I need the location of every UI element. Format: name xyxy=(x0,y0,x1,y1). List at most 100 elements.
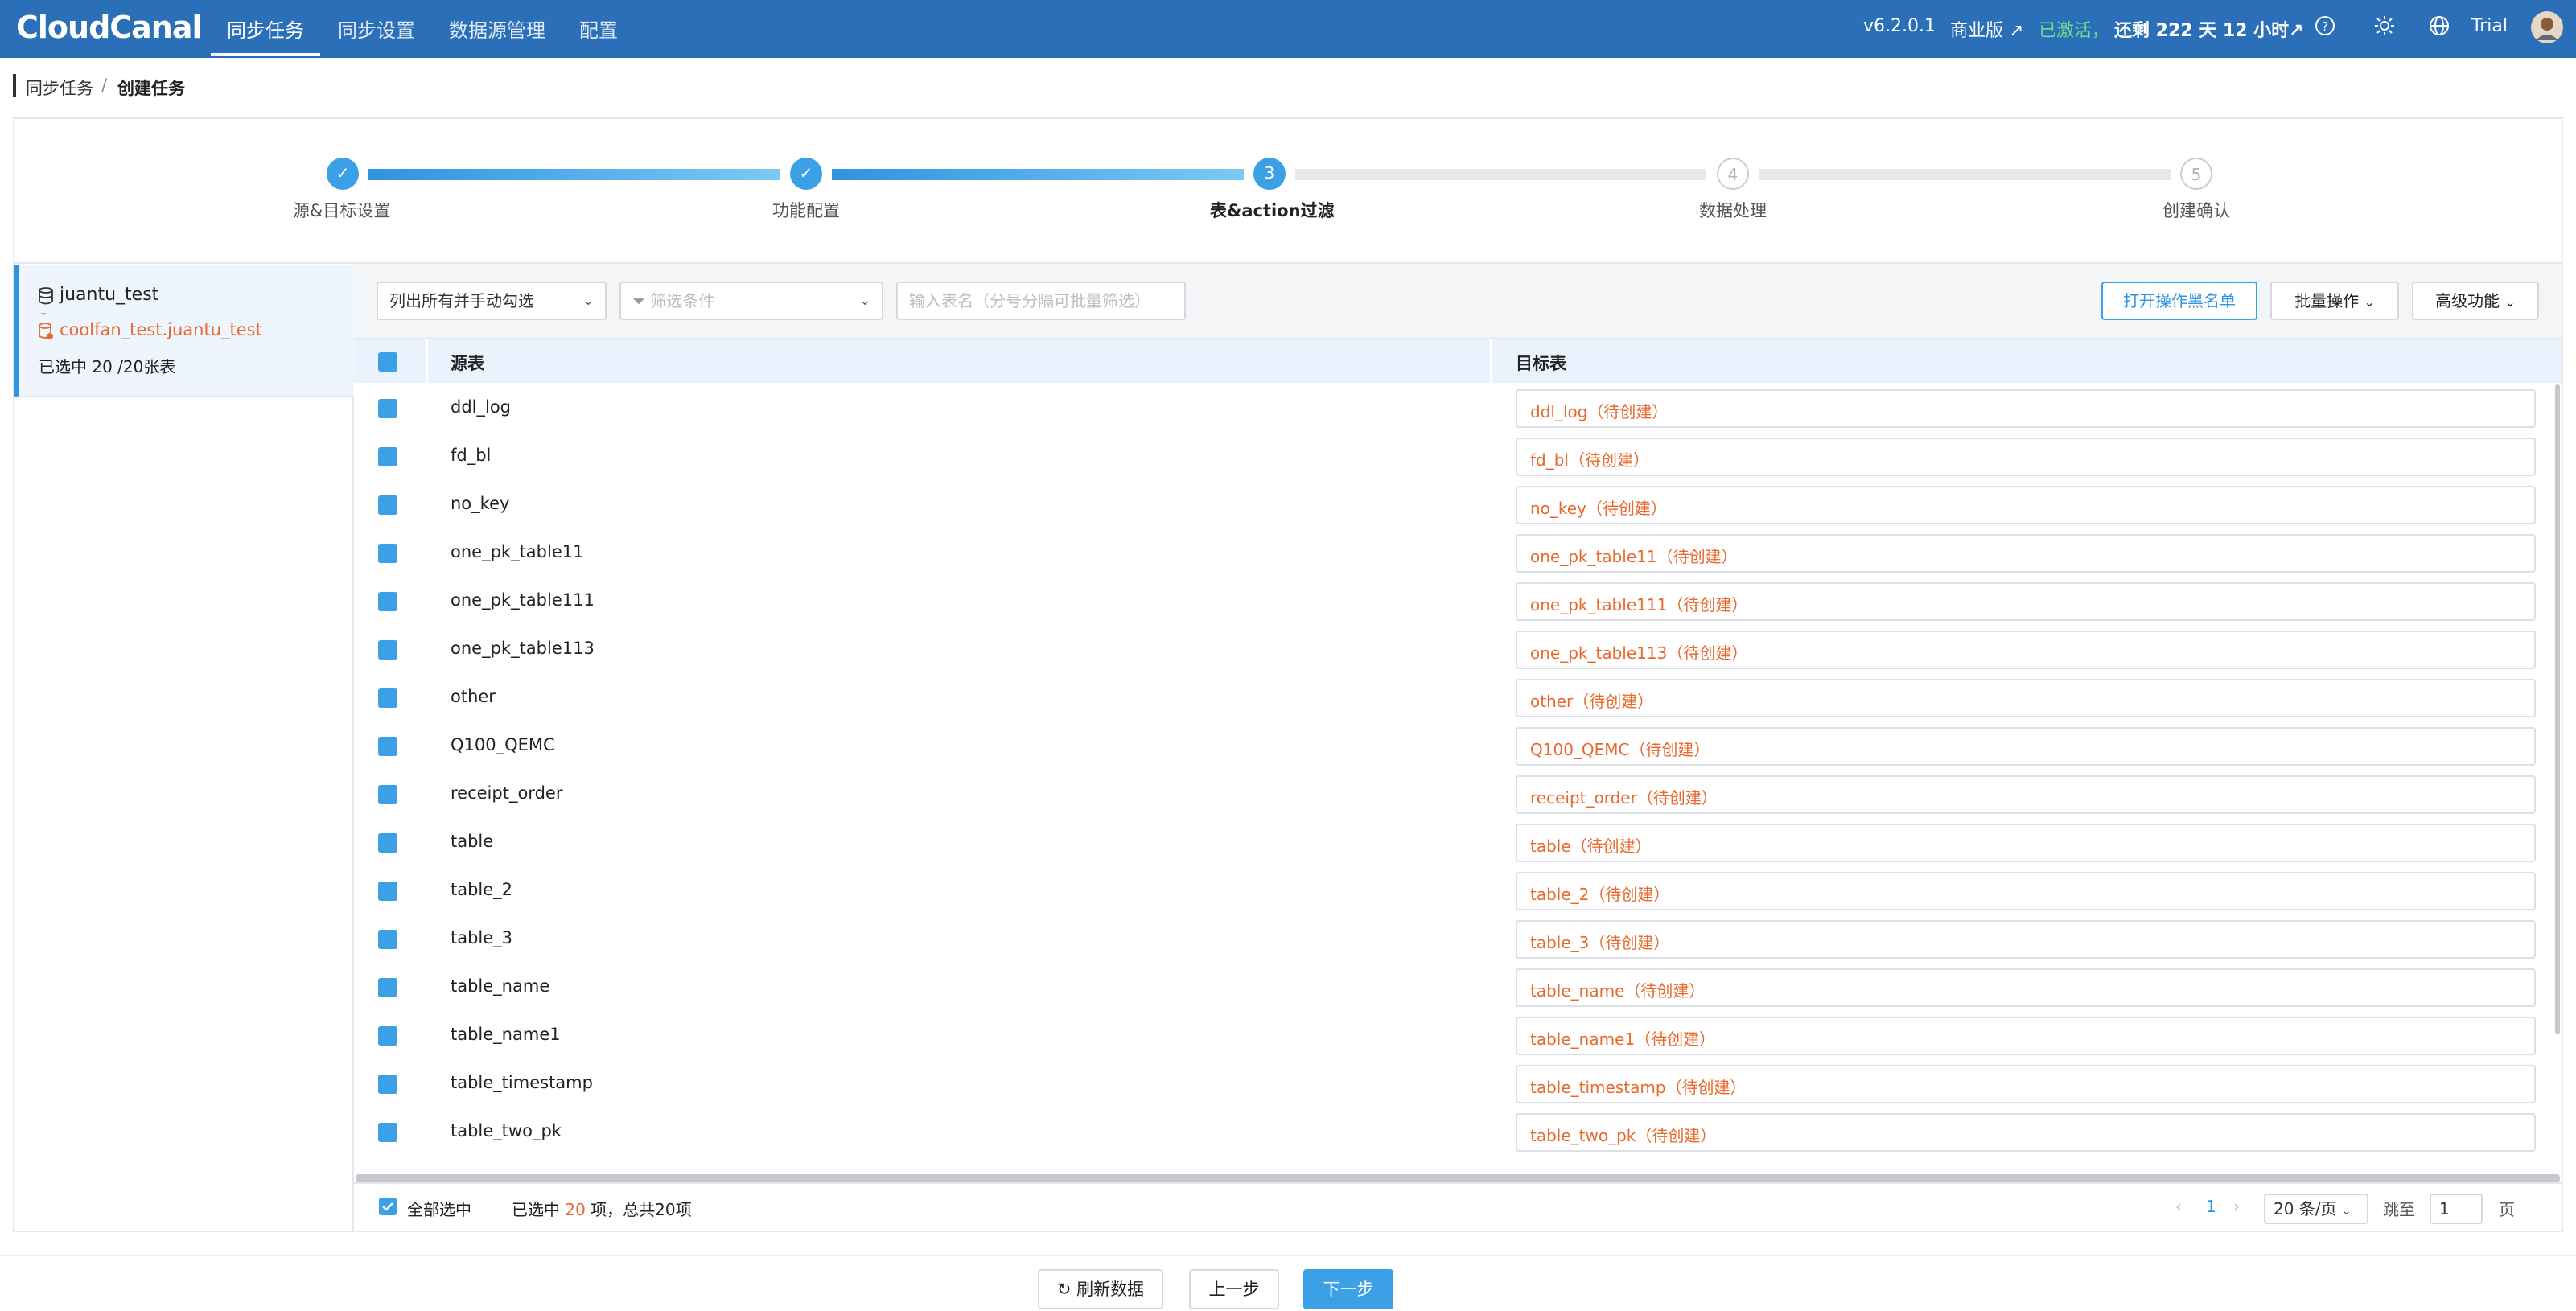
row-checkbox[interactable] xyxy=(378,833,397,853)
source-table-name: other xyxy=(451,687,496,706)
next-page-chevron-icon[interactable]: › xyxy=(2233,1197,2240,1216)
target-table-field[interactable] xyxy=(1516,486,2536,524)
page-unit-label: 页 xyxy=(2499,1200,2515,1219)
nav-active-indicator xyxy=(211,53,320,56)
next-step-button[interactable]: 下一步 xyxy=(1303,1269,1393,1309)
language-globe-icon[interactable] xyxy=(2428,14,2450,37)
chevron-down-icon: ⌄ xyxy=(2341,1205,2352,1218)
refresh-icon: ↻ xyxy=(1056,1280,1072,1299)
database-icon xyxy=(39,287,53,305)
target-table-name: ddl_log（待创建） xyxy=(1530,402,1669,421)
list-mode-select[interactable]: 列出所有并手动勾选 ⌄ xyxy=(377,282,607,320)
db-selected-count: 已选中 20 /20张表 xyxy=(39,357,176,376)
list-mode-value: 列出所有并手动勾选 xyxy=(389,291,534,310)
breadcrumb-parent[interactable]: 同步任务 xyxy=(26,76,93,100)
breadcrumb-separator: / xyxy=(101,76,108,95)
step-connector-4 xyxy=(1759,169,2171,180)
target-table-field[interactable] xyxy=(1516,679,2536,717)
target-table-name: table_3（待创建） xyxy=(1530,933,1670,952)
target-table-field[interactable] xyxy=(1516,824,2536,862)
selection-suffix: 项，总共20项 xyxy=(591,1200,692,1219)
previous-step-button[interactable]: 上一步 xyxy=(1189,1269,1279,1309)
row-checkbox[interactable] xyxy=(378,930,397,949)
target-table-field[interactable] xyxy=(1516,438,2536,476)
row-checkbox[interactable] xyxy=(378,1075,397,1094)
row-checkbox[interactable] xyxy=(378,737,397,756)
row-checkbox[interactable] xyxy=(378,785,397,804)
help-icon[interactable]: ? xyxy=(2314,14,2336,37)
table-header xyxy=(354,339,2562,383)
row-checkbox[interactable] xyxy=(378,544,397,563)
refresh-data-button[interactable]: ↻ 刷新数据 xyxy=(1038,1269,1163,1309)
target-table-field[interactable] xyxy=(1516,389,2536,428)
jump-page-input[interactable]: 1 xyxy=(2430,1194,2483,1224)
target-table-name: table_name（待创建） xyxy=(1530,981,1706,1001)
jump-to-label: 跳至 xyxy=(2383,1200,2415,1219)
row-checkbox[interactable] xyxy=(378,1123,397,1142)
nav-tab-datasource[interactable]: 数据源管理 xyxy=(449,14,545,43)
step-connector-3 xyxy=(1295,169,1706,180)
nav-tab-sync-settings[interactable]: 同步设置 xyxy=(338,14,415,43)
prev-page-chevron-icon[interactable]: ‹ xyxy=(2175,1197,2182,1216)
target-table-name: table_two_pk（待创建） xyxy=(1530,1126,1717,1145)
select-all-label[interactable]: 全部选中 xyxy=(407,1197,471,1220)
target-table-name: table_2（待创建） xyxy=(1530,885,1670,904)
selection-prefix: 已选中 xyxy=(512,1200,560,1219)
target-db-name: coolfan_test.juantu_test xyxy=(60,320,262,339)
source-table-name: one_pk_table113 xyxy=(451,639,595,658)
table-name-search-input[interactable]: 输入表名（分号分隔可批量筛选） xyxy=(896,282,1186,320)
row-checkbox[interactable] xyxy=(378,882,397,901)
theme-sun-icon[interactable] xyxy=(2373,14,2396,37)
step-3-label: 表&action过滤 xyxy=(1210,201,1335,220)
svg-text:?: ? xyxy=(2322,19,2328,34)
source-table-name: no_key xyxy=(451,494,510,513)
page-size-value: 20 条/页 xyxy=(2274,1199,2337,1219)
column-header-target: 目标表 xyxy=(1516,354,1566,373)
license-remaining-link[interactable]: 还剩 222 天 12 小时↗ xyxy=(2114,16,2304,42)
target-table-name: table_name1（待创建） xyxy=(1530,1029,1716,1049)
open-action-blacklist-button[interactable]: 打开操作黑名单 xyxy=(2101,282,2257,320)
vertical-scrollbar[interactable] xyxy=(2555,384,2560,1034)
target-table-name: receipt_order（待创建） xyxy=(1530,788,1718,808)
source-table-name: table_name1 xyxy=(451,1025,561,1044)
row-checkbox[interactable] xyxy=(378,688,397,708)
filter-placeholder: 筛选条件 xyxy=(650,291,715,310)
selection-summary: 已选中 20 项，总共20项 xyxy=(512,1197,692,1220)
target-table-name: no_key（待创建） xyxy=(1530,499,1667,518)
nav-tab-config[interactable]: 配置 xyxy=(579,14,618,43)
column-header-source: 源表 xyxy=(451,354,484,373)
user-name[interactable]: Trial xyxy=(2471,16,2508,36)
batch-operation-label: 批量操作 xyxy=(2294,291,2360,310)
filter-condition-select[interactable]: ⏷ 筛选条件 ⌄ xyxy=(619,282,883,320)
advanced-features-button[interactable]: 高级功能 ⌄ xyxy=(2412,282,2539,320)
row-checkbox[interactable] xyxy=(378,1026,397,1046)
row-checkbox[interactable] xyxy=(378,399,397,418)
batch-operation-button[interactable]: 批量操作 ⌄ xyxy=(2270,282,2399,320)
edition-link[interactable]: 商业版 ↗ xyxy=(1950,16,2023,42)
row-checkbox[interactable] xyxy=(378,978,397,997)
header-select-all-checkbox[interactable] xyxy=(378,352,397,372)
current-page[interactable]: 1 xyxy=(2206,1197,2216,1216)
source-table-name: table xyxy=(451,832,494,851)
select-all-checkbox[interactable] xyxy=(378,1197,397,1216)
target-table-name: one_pk_table11（待创建） xyxy=(1530,547,1738,566)
step-2-label: 功能配置 xyxy=(772,201,840,220)
row-checkbox[interactable] xyxy=(378,495,397,515)
step-connector-2 xyxy=(832,169,1244,180)
step-5-number: 5 xyxy=(2180,158,2212,190)
step-connector-1 xyxy=(368,169,780,180)
row-checkbox[interactable] xyxy=(378,640,397,660)
nav-tab-sync-tasks[interactable]: 同步任务 xyxy=(227,14,304,43)
horizontal-scrollbar[interactable] xyxy=(356,1174,2560,1182)
avatar[interactable] xyxy=(2531,11,2563,43)
source-table-name: table_2 xyxy=(451,880,513,899)
app-logo[interactable]: CloudCanal xyxy=(16,10,203,45)
row-checkbox[interactable] xyxy=(378,592,397,611)
row-checkbox[interactable] xyxy=(378,447,397,466)
map-down-chevron-icon: ⌄ xyxy=(39,306,48,319)
page-size-select[interactable]: 20 条/页 ⌄ xyxy=(2264,1194,2368,1224)
step-5-label: 创建确认 xyxy=(2162,201,2230,220)
source-db-name: juantu_test xyxy=(60,285,159,305)
table-footer-divider xyxy=(354,1182,2562,1184)
source-table-name: table_3 xyxy=(451,928,513,947)
